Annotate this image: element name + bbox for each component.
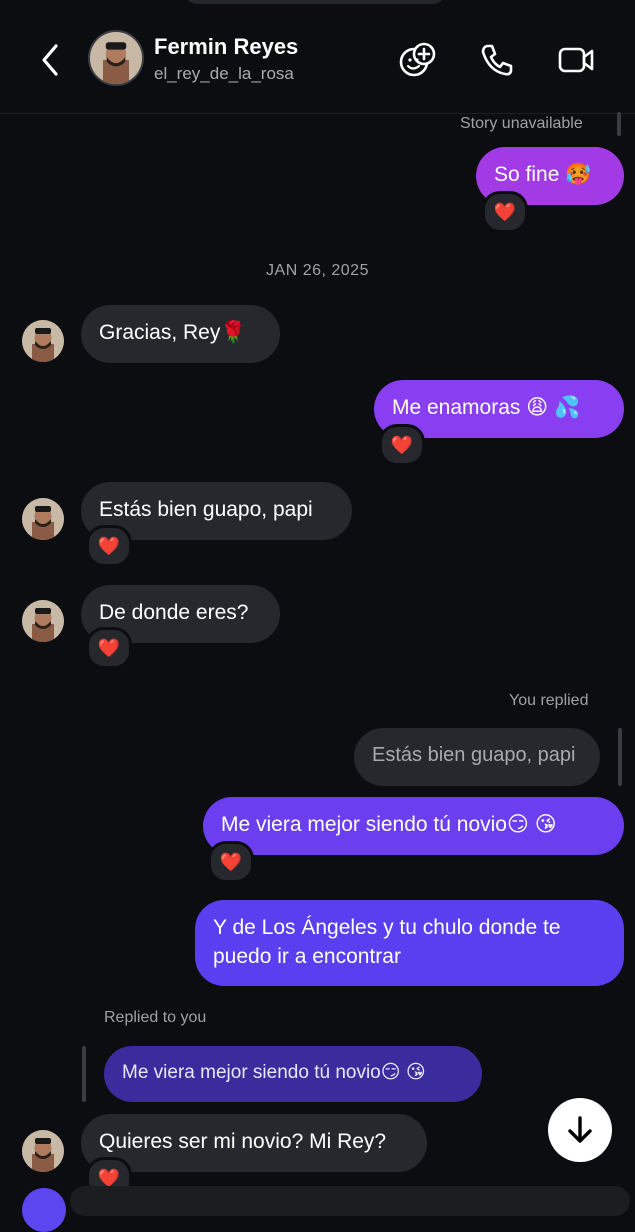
chat-header: Fermin Reyes el_rey_de_la_rosa	[0, 0, 635, 114]
story-unavailable-label: Story unavailable	[460, 115, 583, 132]
heart-reaction-icon[interactable]: ❤️	[86, 627, 132, 669]
date-separator: JAN 26, 2025	[266, 262, 369, 279]
heart-reaction-icon[interactable]: ❤️	[86, 525, 132, 567]
you-replied-label: You replied	[509, 692, 589, 709]
replied-to-you-label: Replied to you	[104, 1009, 207, 1026]
sender-avatar[interactable]	[22, 498, 64, 540]
message-bubble-outgoing[interactable]: Y de Los Ángeles y tu chulo donde te pue…	[195, 900, 624, 986]
camera-button[interactable]	[22, 1188, 66, 1232]
message-bubble-incoming[interactable]: Quieres ser mi novio? Mi Rey?	[81, 1114, 427, 1172]
reply-preview-bubble[interactable]: Estás bien guapo, papi	[354, 728, 600, 786]
heart-reaction-icon[interactable]: ❤️	[482, 191, 528, 233]
reply-thread-bar	[618, 728, 622, 786]
sender-avatar[interactable]	[22, 1130, 64, 1172]
sticker-add-icon[interactable]	[398, 40, 438, 80]
device-notch	[185, 0, 445, 4]
reply-thread-bar	[617, 112, 621, 136]
contact-avatar[interactable]	[88, 30, 144, 86]
message-text-line: Y de Los Ángeles y tu chulo donde te	[213, 916, 561, 939]
scroll-to-bottom-button[interactable]	[548, 1098, 612, 1162]
message-bubble-outgoing[interactable]: Me viera mejor siendo tú novio😏 😘	[203, 797, 624, 855]
reply-thread-bar	[82, 1046, 86, 1102]
heart-reaction-icon[interactable]: ❤️	[379, 424, 425, 466]
heart-reaction-icon[interactable]: ❤️	[208, 841, 254, 883]
video-camera-icon[interactable]	[556, 40, 596, 80]
chevron-left-icon[interactable]	[34, 40, 70, 80]
sender-avatar[interactable]	[22, 320, 64, 362]
sender-avatar[interactable]	[22, 600, 64, 642]
contact-handle: el_rey_de_la_rosa	[154, 64, 294, 83]
message-composer[interactable]	[70, 1186, 630, 1216]
message-text-line: puedo ir a encontrar	[213, 945, 401, 968]
message-bubble-incoming[interactable]: Gracias, Rey🌹	[81, 305, 280, 363]
arrow-down-icon	[568, 1116, 592, 1143]
phone-icon[interactable]	[477, 40, 517, 80]
contact-name[interactable]: Fermin Reyes	[154, 34, 298, 60]
reply-preview-bubble[interactable]: Me viera mejor siendo tú novio😏 😘	[104, 1046, 482, 1102]
